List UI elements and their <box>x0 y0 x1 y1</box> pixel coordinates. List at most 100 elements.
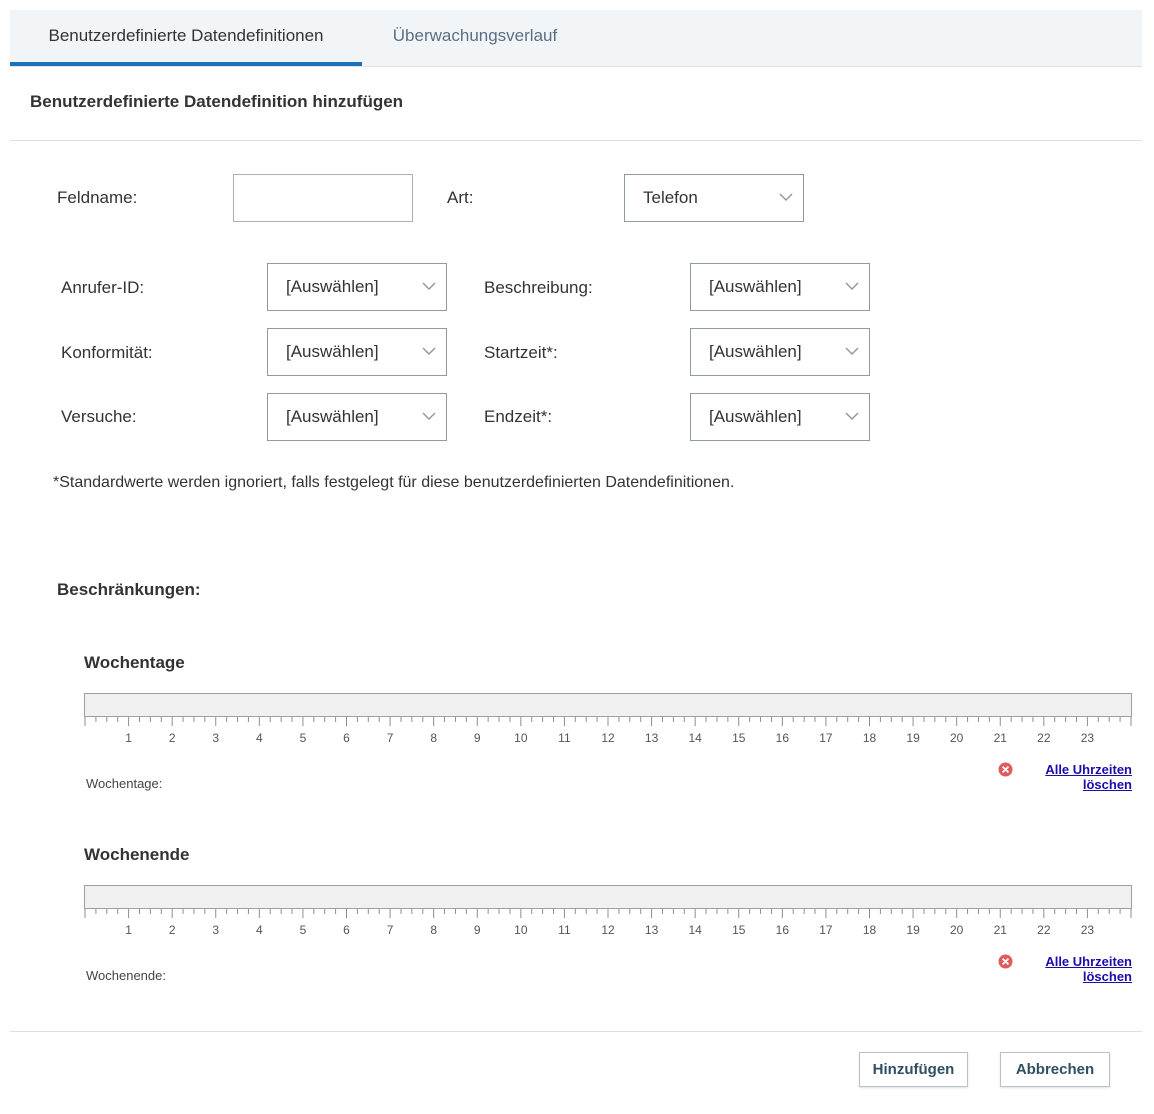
clear-link-line1: Alle Uhrzeiten <box>1045 762 1132 777</box>
hour-tick-label: 19 <box>906 731 920 745</box>
divider <box>10 140 1142 141</box>
hour-tick-label: 11 <box>558 923 571 937</box>
weekend-label: Wochenende: <box>86 968 166 983</box>
hour-tick-label: 9 <box>474 923 481 937</box>
hour-tick-label: 20 <box>950 923 964 937</box>
clear-link-line1: Alle Uhrzeiten <box>1045 954 1132 969</box>
chevron-down-icon <box>422 347 436 355</box>
hour-tick-label: 4 <box>256 731 263 745</box>
hour-tick-label: 11 <box>558 731 571 745</box>
art-label: Art: <box>447 188 474 207</box>
hour-tick-label: 14 <box>688 731 702 745</box>
hour-tick-label: 8 <box>430 923 437 937</box>
weekdays-hour-ruler: 1 2 3 4 5 6 7 8 9 10 11 12 13 14 15 16 17 18 19 20 21 22 23 <box>84 717 1132 745</box>
hour-tick-label: 18 <box>863 923 877 937</box>
add-button[interactable]: Hinzufügen <box>859 1052 968 1087</box>
hour-tick-label: 17 <box>819 731 833 745</box>
hour-tick-label: 6 <box>343 923 350 937</box>
hour-tick-label: 6 <box>343 731 350 745</box>
hour-tick-label: 5 <box>300 731 307 745</box>
footer-divider <box>10 1031 1142 1032</box>
clear-link-line2: löschen <box>1082 777 1132 792</box>
weekdays-time-bar[interactable] <box>84 693 1132 717</box>
caller-id-select-value: [Auswählen] <box>286 277 379 296</box>
end-time-label: Endzeit*: <box>484 407 553 426</box>
end-time-select[interactable]: [Auswählen] <box>690 393 870 441</box>
art-select-value: Telefon <box>643 188 698 207</box>
hour-tick-label: 19 <box>906 923 920 937</box>
start-time-select[interactable]: [Auswählen] <box>690 328 870 376</box>
hour-tick-label: 10 <box>514 923 528 937</box>
hour-tick-label: 7 <box>387 731 394 745</box>
weekend-title: Wochenende <box>84 845 190 864</box>
attempts-select-value: [Auswählen] <box>286 407 379 426</box>
hour-tick-label: 9 <box>474 731 481 745</box>
weekend-hour-ruler: 1 2 3 4 5 6 7 8 9 10 11 12 13 14 15 16 17 18 19 20 21 22 23 <box>84 909 1132 937</box>
hour-tick-label: 20 <box>950 731 964 745</box>
end-time-select-value: [Auswählen] <box>709 407 802 426</box>
compliance-label: Konformität: <box>61 343 153 362</box>
hour-tick-label: 22 <box>1037 923 1051 937</box>
hour-tick-label: 15 <box>732 731 746 745</box>
start-time-select-value: [Auswählen] <box>709 342 802 361</box>
clear-icon[interactable] <box>998 954 1013 969</box>
restrictions-label: Beschränkungen: <box>57 580 201 599</box>
chevron-down-icon <box>422 282 436 290</box>
caller-id-label: Anrufer-ID: <box>61 278 145 297</box>
chevron-down-icon <box>845 282 859 290</box>
hour-tick-label: 3 <box>212 923 219 937</box>
hour-tick-label: 21 <box>994 731 1008 745</box>
hour-tick-label: 23 <box>1081 923 1095 937</box>
hour-tick-label: 21 <box>994 923 1008 937</box>
hour-tick-label: 12 <box>601 923 615 937</box>
tab-audit-history[interactable]: Überwachungsverlauf <box>362 10 588 66</box>
art-select[interactable]: Telefon <box>624 174 804 222</box>
hour-tick-label: 1 <box>125 923 132 937</box>
description-select[interactable]: [Auswählen] <box>690 263 870 311</box>
description-label: Beschreibung: <box>484 278 593 297</box>
weekend-time-bar[interactable] <box>84 885 1132 909</box>
fieldname-label: Feldname: <box>57 188 138 207</box>
hour-tick-label: 2 <box>169 731 176 745</box>
section-title: Benutzerdefinierte Datendefinition hinzu… <box>30 92 404 111</box>
hour-tick-label: 16 <box>776 923 790 937</box>
hour-tick-label: 16 <box>776 731 790 745</box>
hour-tick-label: 1 <box>125 731 132 745</box>
chevron-down-icon <box>845 412 859 420</box>
chevron-down-icon <box>422 412 436 420</box>
hour-tick-label: 13 <box>645 731 659 745</box>
hour-tick-label: 12 <box>601 731 615 745</box>
hour-tick-label: 17 <box>819 923 833 937</box>
tab-bar: Benutzerdefinierte Datendefinitionen Übe… <box>10 10 1142 67</box>
hour-tick-label: 8 <box>430 731 437 745</box>
chevron-down-icon <box>779 193 793 201</box>
hour-tick-label: 7 <box>387 923 394 937</box>
cancel-button[interactable]: Abbrechen <box>1000 1052 1110 1087</box>
weekdays-clear-all-link[interactable]: Alle Uhrzeiten löschen <box>1022 762 1132 792</box>
hour-tick-label: 13 <box>645 923 659 937</box>
hour-tick-label: 10 <box>514 731 528 745</box>
compliance-select-value: [Auswählen] <box>286 342 379 361</box>
caller-id-select[interactable]: [Auswählen] <box>267 263 447 311</box>
clear-icon[interactable] <box>998 762 1013 777</box>
hour-tick-label: 3 <box>212 731 219 745</box>
hour-tick-label: 23 <box>1081 731 1095 745</box>
start-time-label: Startzeit*: <box>484 343 558 362</box>
chevron-down-icon <box>845 347 859 355</box>
hour-tick-label: 4 <box>256 923 263 937</box>
hour-tick-label: 14 <box>688 923 702 937</box>
hour-tick-label: 2 <box>169 923 176 937</box>
compliance-select[interactable]: [Auswählen] <box>267 328 447 376</box>
hour-tick-label: 18 <box>863 731 877 745</box>
attempts-label: Versuche: <box>61 407 137 426</box>
hour-tick-label: 15 <box>732 923 746 937</box>
description-select-value: [Auswählen] <box>709 277 802 296</box>
weekdays-title: Wochentage <box>84 653 185 672</box>
weekend-clear-all-link[interactable]: Alle Uhrzeiten löschen <box>1022 954 1132 984</box>
hour-tick-label: 22 <box>1037 731 1051 745</box>
clear-link-line2: löschen <box>1082 969 1132 984</box>
tab-custom-data-definitions[interactable]: Benutzerdefinierte Datendefinitionen <box>10 10 362 66</box>
fieldname-input[interactable] <box>233 174 413 222</box>
hour-tick-label: 5 <box>300 923 307 937</box>
attempts-select[interactable]: [Auswählen] <box>267 393 447 441</box>
